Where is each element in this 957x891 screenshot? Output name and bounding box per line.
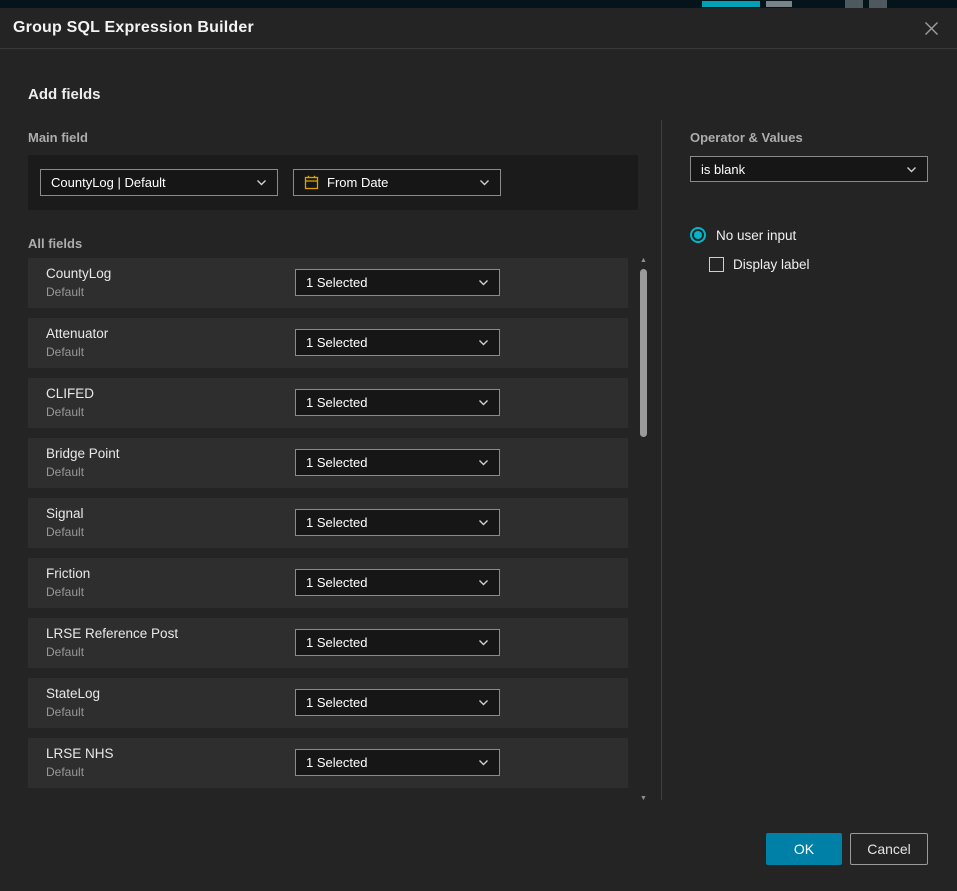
- all-fields-list: CountyLog Default 1 Selected Attenuator …: [28, 258, 628, 798]
- field-name: CountyLog: [46, 266, 111, 281]
- field-selection-value: 1 Selected: [306, 335, 367, 350]
- field-selection-value: 1 Selected: [306, 695, 367, 710]
- main-field-source-value: CountyLog | Default: [51, 175, 166, 190]
- field-selection-value: 1 Selected: [306, 275, 367, 290]
- field-sublabel: Default: [46, 765, 84, 779]
- field-selection-dropdown[interactable]: 1 Selected: [295, 569, 500, 596]
- radio-selected-icon: [690, 227, 706, 243]
- display-label-checkbox[interactable]: Display label: [709, 257, 810, 272]
- close-button[interactable]: [917, 14, 945, 42]
- field-selection-value: 1 Selected: [306, 755, 367, 770]
- chevron-down-icon: [906, 166, 917, 173]
- field-name: Attenuator: [46, 326, 108, 341]
- field-selection-dropdown[interactable]: 1 Selected: [295, 329, 500, 356]
- chevron-down-icon: [478, 759, 489, 766]
- main-field-source-dropdown[interactable]: CountyLog | Default: [40, 169, 278, 196]
- scrollbar-thumb[interactable]: [640, 269, 647, 437]
- field-row: Attenuator Default 1 Selected: [28, 318, 628, 368]
- dialog-header: Group SQL Expression Builder: [0, 8, 957, 49]
- field-selection-value: 1 Selected: [306, 455, 367, 470]
- field-selection-value: 1 Selected: [306, 515, 367, 530]
- display-label-label: Display label: [733, 257, 810, 272]
- field-row: CLIFED Default 1 Selected: [28, 378, 628, 428]
- field-row: Signal Default 1 Selected: [28, 498, 628, 548]
- app-background-fragment: [845, 0, 863, 8]
- field-name: Signal: [46, 506, 84, 521]
- chevron-down-icon: [478, 699, 489, 706]
- chevron-down-icon: [478, 519, 489, 526]
- field-sublabel: Default: [46, 405, 84, 419]
- field-name: Bridge Point: [46, 446, 120, 461]
- app-background-fragment: [766, 1, 792, 7]
- scrollbar-down-arrow[interactable]: ▼: [636, 794, 651, 804]
- field-selection-dropdown[interactable]: 1 Selected: [295, 269, 500, 296]
- calendar-icon: [304, 175, 319, 190]
- chevron-down-icon: [256, 179, 267, 186]
- chevron-down-icon: [478, 339, 489, 346]
- fields-list-scrollbar: ▲ ▼: [636, 256, 651, 804]
- chevron-down-icon: [478, 639, 489, 646]
- operator-values-label: Operator & Values: [690, 130, 803, 145]
- checkbox-unchecked-icon: [709, 257, 724, 272]
- chevron-down-icon: [478, 399, 489, 406]
- field-selection-dropdown[interactable]: 1 Selected: [295, 449, 500, 476]
- app-background-fragment: [702, 1, 760, 7]
- operator-dropdown[interactable]: is blank: [690, 156, 928, 182]
- field-name: LRSE NHS: [46, 746, 114, 761]
- dialog-footer: OK Cancel: [766, 833, 928, 865]
- field-sublabel: Default: [46, 585, 84, 599]
- field-row: LRSE NHS Default 1 Selected: [28, 738, 628, 788]
- no-user-input-label: No user input: [716, 228, 796, 243]
- main-field-panel: CountyLog | Default From Date: [28, 155, 638, 210]
- field-row: Friction Default 1 Selected: [28, 558, 628, 608]
- field-selection-dropdown[interactable]: 1 Selected: [295, 689, 500, 716]
- field-name: LRSE Reference Post: [46, 626, 178, 641]
- field-selection-value: 1 Selected: [306, 395, 367, 410]
- dialog-title: Group SQL Expression Builder: [13, 19, 254, 37]
- add-fields-heading: Add fields: [28, 86, 101, 103]
- field-row: CountyLog Default 1 Selected: [28, 258, 628, 308]
- field-sublabel: Default: [46, 465, 84, 479]
- main-field-label: Main field: [28, 130, 88, 145]
- cancel-button[interactable]: Cancel: [850, 833, 928, 865]
- ok-button[interactable]: OK: [766, 833, 842, 865]
- all-fields-label: All fields: [28, 236, 82, 251]
- field-selection-dropdown[interactable]: 1 Selected: [295, 629, 500, 656]
- app-background-fragment: [869, 0, 887, 8]
- chevron-down-icon: [478, 279, 489, 286]
- field-sublabel: Default: [46, 525, 84, 539]
- field-name: Friction: [46, 566, 90, 581]
- field-name: StateLog: [46, 686, 100, 701]
- field-sublabel: Default: [46, 645, 84, 659]
- field-selection-dropdown[interactable]: 1 Selected: [295, 389, 500, 416]
- close-icon: [924, 21, 939, 36]
- field-row: StateLog Default 1 Selected: [28, 678, 628, 728]
- field-row: LRSE Reference Post Default 1 Selected: [28, 618, 628, 668]
- main-field-field-value: From Date: [327, 175, 388, 190]
- field-sublabel: Default: [46, 705, 84, 719]
- scrollbar-up-arrow[interactable]: ▲: [636, 256, 651, 266]
- field-sublabel: Default: [46, 345, 84, 359]
- no-user-input-radio[interactable]: No user input: [690, 227, 796, 243]
- field-selection-value: 1 Selected: [306, 575, 367, 590]
- operator-value: is blank: [701, 162, 745, 177]
- chevron-down-icon: [478, 579, 489, 586]
- field-selection-value: 1 Selected: [306, 635, 367, 650]
- chevron-down-icon: [479, 179, 490, 186]
- group-sql-expression-builder-dialog: Group SQL Expression Builder Add fields …: [0, 8, 957, 891]
- main-field-field-dropdown[interactable]: From Date: [293, 169, 501, 196]
- chevron-down-icon: [478, 459, 489, 466]
- field-name: CLIFED: [46, 386, 94, 401]
- vertical-divider: [661, 120, 662, 800]
- field-selection-dropdown[interactable]: 1 Selected: [295, 509, 500, 536]
- field-sublabel: Default: [46, 285, 84, 299]
- field-row: Bridge Point Default 1 Selected: [28, 438, 628, 488]
- field-selection-dropdown[interactable]: 1 Selected: [295, 749, 500, 776]
